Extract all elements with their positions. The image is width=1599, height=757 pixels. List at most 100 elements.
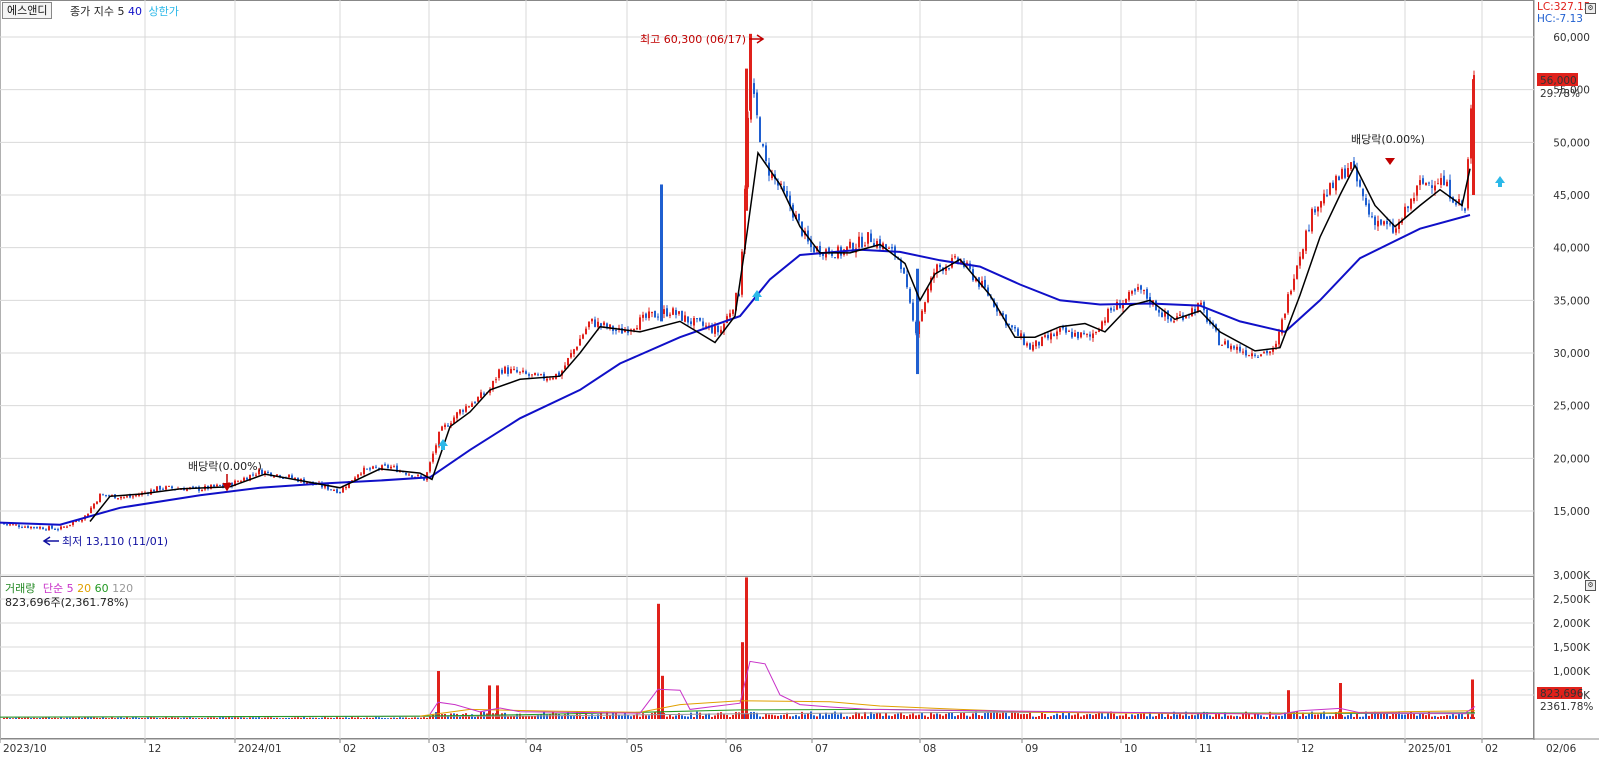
volume-bar bbox=[201, 717, 203, 719]
limit-up-label[interactable]: 상한가 bbox=[149, 5, 179, 18]
candle-down bbox=[153, 489, 155, 492]
volume-bar bbox=[837, 714, 839, 719]
candle-up bbox=[1317, 206, 1319, 212]
volume-bar bbox=[351, 717, 353, 719]
volume-bar bbox=[1443, 716, 1445, 719]
volume-bar bbox=[690, 712, 692, 719]
volume-bar bbox=[1080, 716, 1082, 719]
volume-bar bbox=[1032, 716, 1034, 719]
date-tick-label: 02/06 bbox=[1546, 743, 1577, 755]
stock-chart[interactable]: 60,00055,00050,00045,00040,00035,00030,0… bbox=[0, 0, 1599, 757]
settings-gear-icon[interactable]: ⚙ bbox=[1585, 3, 1596, 14]
volume-bar bbox=[270, 717, 272, 719]
volume-bar bbox=[165, 717, 167, 719]
volume-bar bbox=[1281, 715, 1283, 719]
volume-bar bbox=[1434, 715, 1436, 719]
price-panel[interactable] bbox=[0, 0, 1534, 577]
volume-bar bbox=[954, 716, 956, 719]
candle-down bbox=[1146, 289, 1148, 299]
volume-bar bbox=[189, 717, 191, 719]
candle-up bbox=[591, 318, 593, 322]
candle-up bbox=[1323, 193, 1325, 204]
candle-up bbox=[132, 496, 134, 498]
volume-bar bbox=[768, 714, 770, 719]
volume-bar bbox=[948, 712, 950, 719]
candle-up bbox=[549, 378, 551, 380]
volume-bar bbox=[1059, 715, 1061, 719]
candle-down bbox=[102, 494, 104, 496]
candle-up bbox=[876, 241, 878, 248]
date-tick-label: 02 bbox=[1485, 743, 1498, 755]
candle-up bbox=[1056, 331, 1058, 336]
volume-bar bbox=[1020, 714, 1022, 719]
candle-up bbox=[1260, 354, 1262, 357]
volume-bar bbox=[132, 717, 134, 719]
volume-bar bbox=[216, 718, 218, 719]
candle-up bbox=[30, 526, 32, 529]
volume-settings-gear-icon[interactable]: ⚙ bbox=[1585, 580, 1596, 591]
volume-bar bbox=[432, 714, 434, 719]
candle-down bbox=[1428, 182, 1430, 184]
candle-down bbox=[786, 191, 788, 197]
volume-bar bbox=[876, 712, 878, 719]
candle-long bbox=[745, 68, 748, 211]
candle-up bbox=[1341, 169, 1343, 179]
candle-up bbox=[642, 314, 644, 318]
volume-bar bbox=[1191, 714, 1193, 719]
candle-up bbox=[372, 466, 374, 469]
volume-bar bbox=[42, 717, 44, 719]
volume-bar bbox=[987, 712, 989, 719]
volume-bar bbox=[588, 716, 590, 719]
volume-bar bbox=[1152, 716, 1154, 719]
candle-down bbox=[387, 465, 389, 468]
candle-up bbox=[123, 496, 125, 498]
volume-bar bbox=[783, 714, 785, 719]
stock-tab[interactable]: 에스앤디 bbox=[2, 2, 53, 19]
volume-bar bbox=[390, 717, 392, 719]
volume-bar bbox=[624, 713, 626, 719]
candle-long bbox=[749, 33, 752, 111]
candle-down bbox=[1455, 202, 1457, 205]
candle-down bbox=[834, 257, 836, 259]
candle-up bbox=[1230, 345, 1232, 350]
volume-bar bbox=[129, 718, 131, 719]
candle-down bbox=[45, 529, 47, 531]
volume-bar bbox=[912, 713, 914, 719]
volume-bar bbox=[666, 716, 668, 719]
volume-bar bbox=[969, 716, 971, 719]
volume-bar bbox=[1437, 716, 1439, 719]
candle-up bbox=[165, 486, 167, 490]
candle-down bbox=[1014, 327, 1016, 329]
candle-up bbox=[408, 474, 410, 476]
volume-bar bbox=[981, 715, 983, 719]
candle-up bbox=[468, 406, 470, 408]
candle-up bbox=[1329, 183, 1331, 195]
volume-bar bbox=[96, 717, 98, 719]
candle-up bbox=[1278, 331, 1280, 345]
volume-bar bbox=[306, 718, 308, 719]
index-long-period[interactable]: 40 bbox=[128, 5, 142, 18]
index-label[interactable]: 지수 bbox=[94, 5, 114, 18]
volume-bar bbox=[1296, 711, 1298, 719]
candle-down bbox=[57, 529, 59, 531]
volume-bar bbox=[1095, 713, 1097, 719]
candle-up bbox=[273, 476, 275, 478]
volume-bar bbox=[705, 713, 707, 719]
candle-down bbox=[246, 477, 248, 480]
index-short-period[interactable]: 5 bbox=[118, 5, 125, 18]
volume-bar bbox=[735, 711, 737, 719]
volume-bar bbox=[1050, 716, 1052, 719]
volume-bar bbox=[507, 716, 509, 719]
volume-bar bbox=[1413, 713, 1415, 719]
volume-bar bbox=[1452, 713, 1454, 719]
volume-bar bbox=[900, 712, 902, 719]
volume-bar bbox=[186, 717, 188, 719]
candle-up bbox=[495, 379, 497, 381]
candle-up bbox=[1092, 333, 1094, 339]
volume-bar bbox=[1188, 715, 1190, 719]
price-type-label[interactable]: 종가 bbox=[70, 5, 90, 18]
candle-down bbox=[1089, 334, 1091, 337]
candle-down bbox=[1170, 318, 1172, 321]
candle-down bbox=[909, 288, 911, 303]
volume-bar bbox=[1137, 713, 1139, 719]
